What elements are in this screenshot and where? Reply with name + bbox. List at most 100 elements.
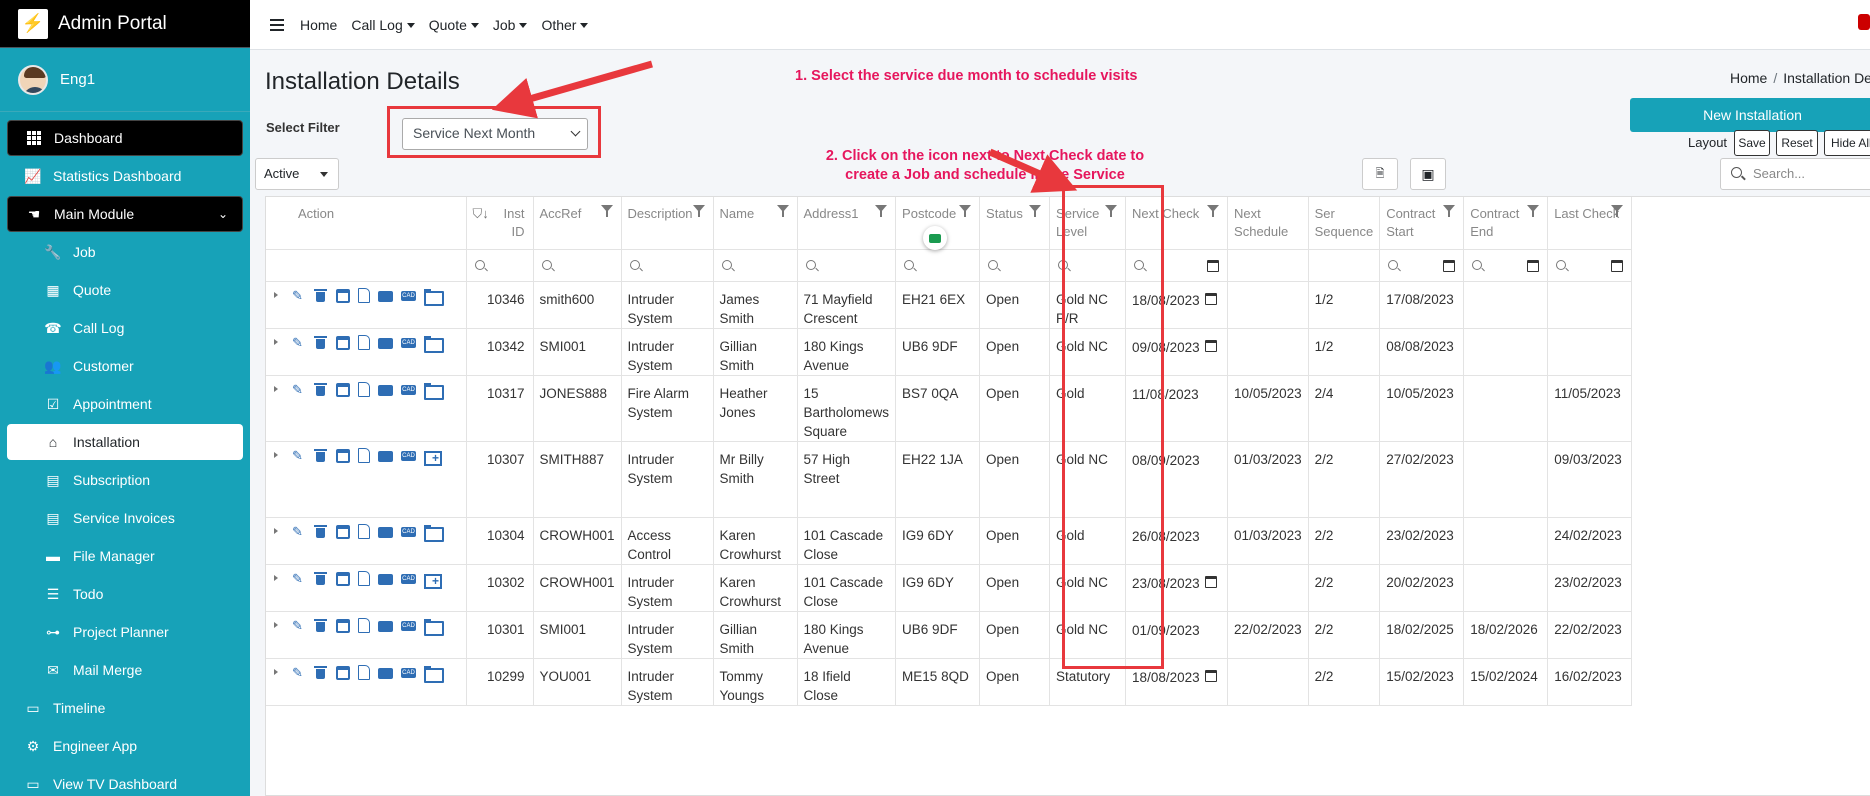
filter-cell-service-level[interactable] xyxy=(1049,249,1127,282)
briefcase-icon[interactable] xyxy=(378,573,393,585)
delete-icon[interactable] xyxy=(313,618,328,633)
col-header-contract-start[interactable]: Contract Start xyxy=(1379,197,1465,250)
sidebar-item-dashboard[interactable]: Dashboard xyxy=(7,120,243,156)
expand-row-icon[interactable] xyxy=(274,527,278,534)
topnav-call-log[interactable]: Call Log xyxy=(351,17,414,33)
edit-icon[interactable] xyxy=(290,288,305,303)
calendar-icon[interactable] xyxy=(336,618,350,633)
filter-cell-contract-start[interactable] xyxy=(1379,249,1465,282)
filter-cell-address1[interactable] xyxy=(797,249,897,282)
create-job-calendar-icon[interactable] xyxy=(1204,339,1217,352)
filter-icon[interactable] xyxy=(692,205,705,217)
expand-row-icon[interactable] xyxy=(274,385,278,392)
cad-icon[interactable]: CAD xyxy=(401,337,416,348)
col-header-last-check[interactable]: Last Check xyxy=(1547,197,1633,250)
create-job-calendar-icon[interactable] xyxy=(1204,292,1217,305)
cad-icon[interactable]: CAD xyxy=(401,667,416,678)
document-icon[interactable] xyxy=(358,381,370,397)
document-icon[interactable] xyxy=(358,570,370,586)
notification-icon[interactable] xyxy=(1858,14,1870,30)
calendar-icon[interactable] xyxy=(336,448,350,463)
calendar-icon[interactable] xyxy=(1443,259,1456,272)
filter-icon[interactable] xyxy=(1105,205,1118,217)
sidebar-item-main-module[interactable]: ☚ Main Module ⌄ xyxy=(7,196,243,232)
briefcase-icon[interactable] xyxy=(378,290,393,302)
sidebar-item-subscription[interactable]: ▤ Subscription xyxy=(7,462,243,498)
filter-cell-description[interactable] xyxy=(621,249,714,282)
briefcase-icon[interactable] xyxy=(378,667,393,679)
document-icon[interactable] xyxy=(358,664,370,680)
briefcase-icon[interactable] xyxy=(378,526,393,538)
table-row[interactable]: CAD 10304CROWH001Access ControlKaren Crow… xyxy=(266,517,1633,565)
filter-icon[interactable] xyxy=(1207,205,1220,217)
service-filter-select[interactable]: Service Next Month xyxy=(402,118,588,150)
table-row[interactable]: CAD 10307SMITH887Intruder SystemMr Billy … xyxy=(266,441,1633,518)
calendar-icon[interactable] xyxy=(336,665,350,680)
sidebar-item-todo[interactable]: ☰ Todo xyxy=(7,576,243,612)
expand-row-icon[interactable] xyxy=(274,621,278,628)
col-header-name[interactable]: Name xyxy=(713,197,798,250)
new-installation-button[interactable]: New Installation xyxy=(1630,98,1870,132)
cad-icon[interactable]: CAD xyxy=(401,384,416,395)
table-row[interactable]: CAD 10299YOU001Intruder SystemTommy Young… xyxy=(266,658,1633,706)
delete-icon[interactable] xyxy=(313,288,328,303)
sort-filter-icon[interactable]: ⛉↓ xyxy=(473,205,489,223)
topnav-other[interactable]: Other xyxy=(541,17,588,33)
filter-cell-next-check[interactable] xyxy=(1125,249,1229,282)
edit-icon[interactable] xyxy=(290,665,305,680)
filter-cell-accref[interactable] xyxy=(533,249,622,282)
create-job-calendar-icon[interactable] xyxy=(1204,669,1217,682)
topnav-quote[interactable]: Quote xyxy=(429,17,479,33)
col-header-description[interactable]: Description xyxy=(621,197,714,250)
filter-cell-contract-end[interactable] xyxy=(1463,249,1549,282)
table-row[interactable]: CAD 10301SMI001Intruder SystemGillian Smi… xyxy=(266,611,1633,659)
delete-icon[interactable] xyxy=(313,448,328,463)
briefcase-icon[interactable] xyxy=(378,337,393,349)
filter-cell-postcode[interactable] xyxy=(895,249,981,282)
table-row[interactable]: CAD 10302CROWH001Intruder SystemKaren Cro… xyxy=(266,564,1633,612)
folder-open-icon[interactable] xyxy=(424,335,444,353)
delete-icon[interactable] xyxy=(313,571,328,586)
hamburger-icon[interactable] xyxy=(270,18,284,31)
table-row[interactable]: CAD 10342SMI001Intruder SystemGillian Smi… xyxy=(266,328,1633,376)
folder-open-icon[interactable] xyxy=(424,524,444,542)
filter-icon[interactable] xyxy=(1443,205,1456,217)
delete-icon[interactable] xyxy=(313,665,328,680)
export-csv-button[interactable]: 🗎 xyxy=(1362,158,1398,190)
edit-icon[interactable] xyxy=(290,524,305,539)
sidebar-item-project-planner[interactable]: ⊶ Project Planner xyxy=(7,614,243,650)
sidebar-item-mail-merge[interactable]: ✉ Mail Merge xyxy=(7,652,243,688)
document-icon[interactable] xyxy=(358,447,370,463)
calendar-icon[interactable] xyxy=(336,335,350,350)
filter-cell-inst-id[interactable] xyxy=(466,249,534,282)
col-header-accref[interactable]: AccRef xyxy=(533,197,622,250)
col-header-ser-sequence[interactable]: Ser Sequence xyxy=(1308,197,1381,250)
sidebar-item-file-manager[interactable]: ▬ File Manager xyxy=(7,538,243,574)
create-job-calendar-icon[interactable] xyxy=(1204,575,1217,588)
delete-icon[interactable] xyxy=(313,382,328,397)
delete-icon[interactable] xyxy=(313,524,328,539)
user-panel[interactable]: Eng1 xyxy=(0,48,250,112)
sidebar-item-view-tv-dashboard[interactable]: ▭ View TV Dashboard xyxy=(7,766,243,796)
cad-icon[interactable]: CAD xyxy=(401,290,416,301)
expand-row-icon[interactable] xyxy=(274,291,278,298)
document-icon[interactable] xyxy=(358,617,370,633)
expand-row-icon[interactable] xyxy=(274,451,278,458)
sidebar-item-quote[interactable]: ▦ Quote xyxy=(7,272,243,308)
layout-reset-button[interactable]: Reset xyxy=(1776,130,1818,156)
table-row[interactable]: CAD 10317JONES888Fire Alarm SystemHeather… xyxy=(266,375,1633,442)
sidebar-item-call-log[interactable]: ☎ Call Log xyxy=(7,310,243,346)
document-icon[interactable] xyxy=(358,334,370,350)
edit-icon[interactable] xyxy=(290,335,305,350)
brand[interactable]: ⚡ Admin Portal xyxy=(0,0,250,48)
col-header-next-schedule[interactable]: Next Schedule xyxy=(1227,197,1309,250)
folder-open-icon[interactable] xyxy=(424,618,444,636)
briefcase-icon[interactable] xyxy=(378,384,393,396)
calendar-icon[interactable] xyxy=(336,382,350,397)
filter-cell-last-check[interactable] xyxy=(1547,249,1633,282)
layout-hide-button[interactable]: Hide All xyxy=(1824,130,1870,156)
briefcase-icon[interactable] xyxy=(378,450,393,462)
document-icon[interactable] xyxy=(358,287,370,303)
calendar-icon[interactable] xyxy=(336,524,350,539)
sidebar-item-statistics-dashboard[interactable]: 📈 Statistics Dashboard xyxy=(7,158,243,194)
